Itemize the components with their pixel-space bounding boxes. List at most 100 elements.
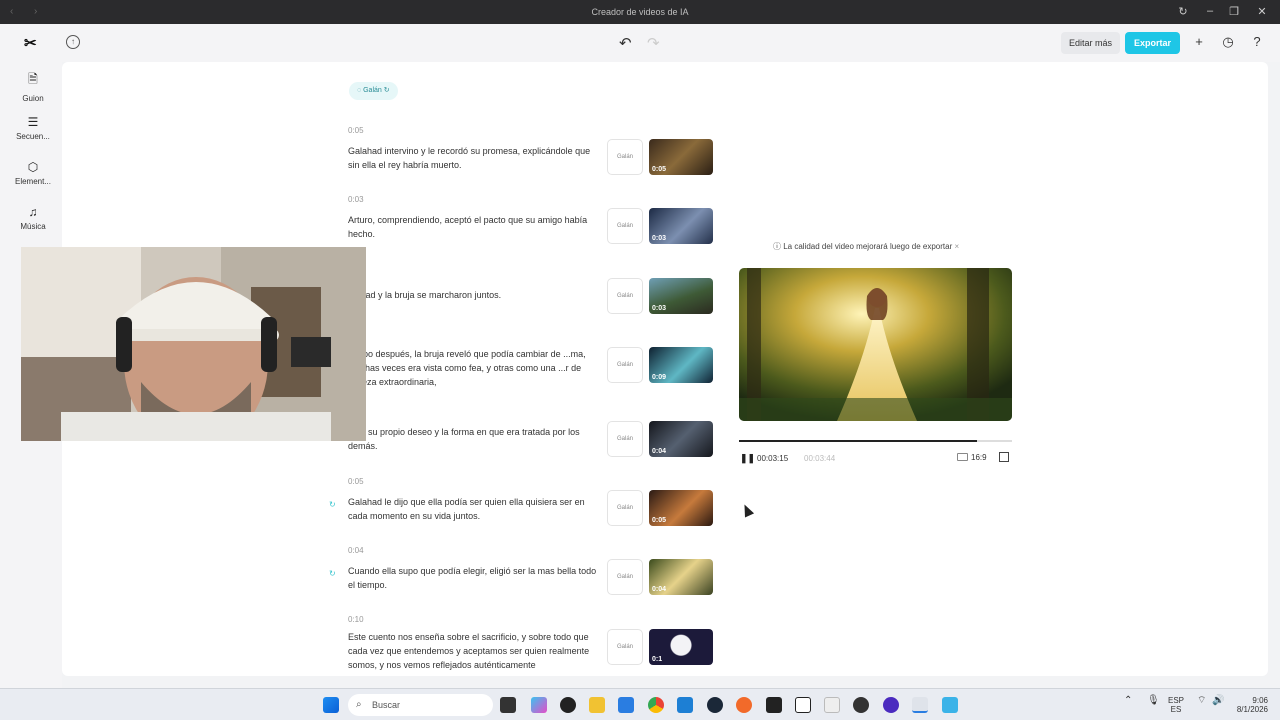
capcut-icon[interactable] — [824, 697, 840, 713]
scene-duration: 0:04 — [652, 586, 667, 593]
taskbar: ⌕ Buscar ⌃ 🎙 ESP ES ⌔ 🔊 9:06 8/1/2026 — [0, 688, 1280, 720]
scene-duration: 0:03 — [652, 305, 667, 312]
scene-voice-button[interactable]: Galán — [607, 139, 643, 175]
scene-time: 0:04 — [348, 546, 364, 555]
sidebar-item-music[interactable]: ♫ Música — [0, 205, 66, 231]
store-icon[interactable] — [618, 697, 634, 713]
scene-thumbnail[interactable]: 0:1 — [649, 629, 713, 665]
regenerate-icon[interactable]: ↻ — [329, 569, 336, 578]
scene-thumbnail[interactable]: 0:04 — [649, 421, 713, 457]
notepad-icon[interactable] — [942, 697, 958, 713]
scene-thumbnail[interactable]: 0:09 — [649, 347, 713, 383]
sidebar-item-sequences[interactable]: ☰ Secuen... — [0, 115, 66, 141]
history-icon[interactable]: ◷ — [1220, 34, 1236, 50]
scene-voice-button[interactable]: Galán — [607, 208, 643, 244]
scene-voice-button[interactable]: Galán — [607, 559, 643, 595]
scene-voice-button[interactable]: Galán — [607, 629, 643, 665]
scene-voice-button[interactable]: Galán — [607, 278, 643, 314]
vscode-icon[interactable] — [677, 697, 693, 713]
scene-voice-button[interactable]: Galán — [607, 421, 643, 457]
elements-icon: ⬡ — [27, 160, 39, 174]
refresh-icon[interactable]: ↻ — [1174, 5, 1192, 18]
help-icon[interactable]: ? — [1249, 34, 1265, 49]
copilot-icon[interactable] — [531, 697, 547, 713]
total-time: 00:03:44 — [804, 454, 836, 463]
scene-voice-button[interactable]: Galán — [607, 490, 643, 526]
redo-icon[interactable]: ↷ — [647, 34, 660, 52]
chrome-icon[interactable] — [648, 697, 664, 713]
quality-note-text: La calidad del video mejorará luego de e… — [783, 242, 953, 251]
scene-text[interactable]: Galahad intervino y le recordó su promes… — [348, 144, 600, 172]
close-icon[interactable]: × — [952, 242, 959, 251]
video-preview[interactable] — [739, 268, 1012, 421]
tray-chevron-icon[interactable]: ⌃ — [1124, 696, 1132, 706]
scene-text[interactable]: Arturo, comprendiendo, aceptó el pacto q… — [348, 213, 600, 241]
export-button[interactable]: Exportar — [1125, 32, 1180, 54]
volume-icon[interactable]: 🔊 — [1212, 696, 1224, 706]
minimize-icon[interactable]: – — [1201, 5, 1219, 17]
aspect-ratio-icon — [957, 453, 968, 461]
scene-thumbnail[interactable]: 0:04 — [649, 559, 713, 595]
brush-app-icon[interactable] — [736, 697, 752, 713]
scene-duration: 0:05 — [652, 517, 667, 524]
regenerate-icon[interactable]: ↻ — [329, 500, 336, 509]
davinci-icon[interactable] — [853, 697, 869, 713]
sidebar-item-script[interactable]: 🗎 Guion — [0, 70, 66, 103]
scene-duration: 0:1 — [652, 656, 663, 663]
scene-voice-button[interactable]: Galán — [607, 347, 643, 383]
sidebar-item-label: Element... — [14, 177, 51, 186]
info-icon: ⓘ — [773, 242, 784, 251]
scene-text[interactable]: Cuando ella supo que podía elegir, eligi… — [348, 564, 600, 592]
chatgpt-icon[interactable] — [560, 697, 576, 713]
file-explorer-icon[interactable] — [589, 697, 605, 713]
aspect-ratio-label: 16:9 — [971, 453, 987, 462]
aspect-ratio-button[interactable]: 16:9 — [957, 453, 987, 462]
taskbar-search[interactable]: ⌕ Buscar — [348, 694, 493, 716]
edit-more-button[interactable]: Editar más — [1061, 32, 1121, 54]
pause-icon[interactable]: ❚❚ — [740, 453, 755, 464]
add-icon[interactable]: + — [1191, 34, 1207, 49]
playback-progress[interactable] — [739, 440, 1012, 442]
scene-thumbnail[interactable]: 0:03 — [649, 208, 713, 244]
language-indicator[interactable]: ESP ES — [1168, 696, 1184, 714]
undo-icon[interactable]: ↶ — [619, 34, 632, 52]
windows-start-icon[interactable] — [323, 697, 339, 713]
maximize-icon[interactable]: ❐ — [1225, 5, 1243, 18]
scene-text[interactable]: ...ún su propio deseo y la forma en que … — [348, 425, 600, 453]
fullscreen-icon[interactable] — [999, 452, 1009, 462]
scene-time: 0:05 — [348, 126, 364, 135]
wifi-icon[interactable]: ⌔ — [1197, 696, 1206, 706]
terminal-icon[interactable] — [766, 697, 782, 713]
current-time: 00:03:15 — [757, 454, 789, 463]
scene-text[interactable]: Galahad le dijo que ella podía ser quien… — [348, 495, 600, 523]
clock-date: 8/1/2026 — [1236, 705, 1268, 714]
scene-duration: 0:04 — [652, 448, 667, 455]
capcut-logo-icon[interactable]: ✂ — [24, 34, 42, 52]
obs-icon[interactable] — [883, 697, 899, 713]
sidebar-item-elements[interactable]: ⬡ Element... — [0, 160, 66, 186]
quality-note: ⓘ La calidad del video mejorará luego de… — [773, 241, 959, 252]
notion-icon[interactable] — [795, 697, 811, 713]
cloud-sync-icon[interactable]: ↑ — [66, 35, 80, 49]
scene-text[interactable]: ...ahad y la bruja se marcharon juntos. — [348, 288, 600, 302]
webcam-overlay — [21, 247, 366, 441]
scene-text[interactable]: Este cuento nos enseña sobre el sacrific… — [348, 630, 600, 672]
window-title: Creador de videos de IA — [591, 7, 689, 17]
capcut-active-icon[interactable] — [912, 697, 928, 713]
task-view-icon[interactable] — [500, 697, 516, 713]
close-icon[interactable]: ✕ — [1253, 5, 1271, 18]
microphone-icon[interactable]: 🎙 — [1147, 696, 1160, 706]
scene-time: 0:03 — [348, 195, 364, 204]
voice-selector[interactable]: ◌ Galán ↻ — [349, 82, 398, 100]
steam-icon[interactable] — [707, 697, 723, 713]
preview-image — [739, 268, 1012, 421]
title-bar: ‹ › Creador de videos de IA ↻ – ❐ ✕ — [0, 0, 1280, 24]
language-bottom: ES — [1170, 705, 1182, 714]
clock[interactable]: 9:06 8/1/2026 — [1232, 696, 1268, 714]
scene-text[interactable]: ...mpo después, la bruja reveló que podí… — [348, 347, 600, 389]
scene-thumbnail[interactable]: 0:05 — [649, 139, 713, 175]
scene-thumbnail[interactable]: 0:03 — [649, 278, 713, 314]
scene-duration: 0:03 — [652, 235, 667, 242]
music-icon: ♫ — [28, 205, 38, 219]
scene-thumbnail[interactable]: 0:05 — [649, 490, 713, 526]
